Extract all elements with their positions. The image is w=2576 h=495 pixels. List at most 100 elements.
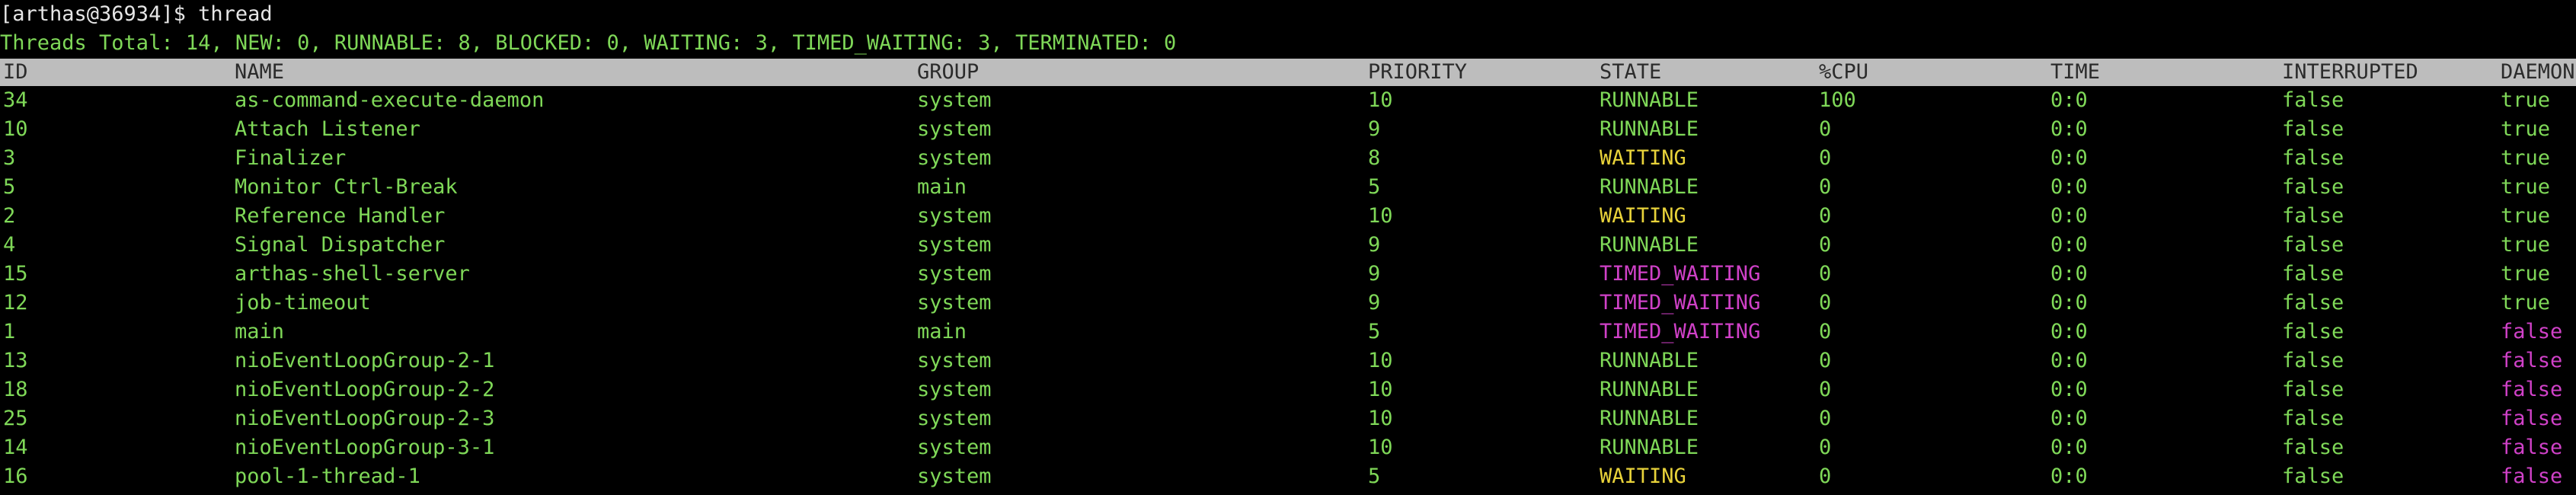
column-header-state: STATE (1600, 60, 1662, 84)
table-row: 2 Reference Handler system 10 WAITING 0 0:0 fal… (0, 202, 2576, 231)
cell-time: 0:0 (2050, 117, 2088, 141)
cell-daemon: true (2501, 88, 2551, 112)
cell-cpu: 0 (1819, 233, 1832, 257)
cell-daemon: false (2501, 378, 2563, 401)
cell-priority: 10 (1368, 378, 1393, 401)
cell-cpu: 0 (1819, 436, 1832, 459)
cell-group: system (917, 465, 992, 488)
cell-name: main (235, 320, 285, 343)
cell-id: 10 (3, 117, 28, 141)
column-header-priority: PRIORITY (1368, 60, 1468, 84)
cell-time: 0:0 (2050, 262, 2088, 286)
cell-id: 18 (3, 378, 28, 401)
cell-cpu: 0 (1819, 204, 1832, 228)
cell-group: main (917, 320, 967, 343)
cell-daemon: false (2501, 320, 2563, 343)
terminal-prompt-line: [arthas@36934]$ thread (0, 2, 273, 26)
cell-priority: 10 (1368, 204, 1393, 228)
cell-state: RUNNABLE (1600, 233, 1699, 257)
cell-name: nioEventLoopGroup-2-3 (235, 407, 495, 430)
cell-id: 2 (3, 204, 16, 228)
cell-group: system (917, 291, 992, 315)
cell-priority: 10 (1368, 349, 1393, 372)
cell-state: RUNNABLE (1600, 88, 1699, 112)
cell-interrupted: false (2282, 320, 2344, 343)
cell-name: pool-1-thread-1 (235, 465, 420, 488)
cell-time: 0:0 (2050, 465, 2088, 488)
cell-time: 0:0 (2050, 146, 2088, 170)
cell-cpu: 0 (1819, 175, 1832, 199)
cell-time: 0:0 (2050, 291, 2088, 315)
cell-name: Monitor Ctrl-Break (235, 175, 458, 199)
cell-time: 0:0 (2050, 436, 2088, 459)
table-row: 12 job-timeout system 9 TIMED_WAITING 0 0:0 fal… (0, 289, 2576, 318)
cell-id: 34 (3, 88, 28, 112)
cell-cpu: 0 (1819, 262, 1832, 286)
cell-name: as-command-execute-daemon (235, 88, 545, 112)
cell-name: Reference Handler (235, 204, 446, 228)
table-row: 10 Attach Listener system 9 RUNNABLE 0 0:0 fals… (0, 115, 2576, 144)
cell-daemon: true (2501, 262, 2551, 286)
column-header-time: TIME (2050, 60, 2101, 84)
cell-daemon: false (2501, 436, 2563, 459)
table-row: 3 Finalizer system 8 WAITING 0 0:0 false true (0, 144, 2576, 173)
cell-cpu: 0 (1819, 146, 1832, 170)
threads-summary: Threads Total: 14, NEW: 0, RUNNABLE: 8, … (0, 31, 1177, 55)
cell-state: WAITING (1600, 204, 1686, 228)
cell-priority: 5 (1368, 465, 1381, 488)
table-row: 25 nioEventLoopGroup-2-3 system 10 RUNNABLE 0… (0, 404, 2576, 433)
cell-group: system (917, 349, 992, 372)
cell-id: 4 (3, 233, 16, 257)
table-row: 18 nioEventLoopGroup-2-2 system 10 RUNNABLE 0… (0, 375, 2576, 404)
cell-cpu: 0 (1819, 378, 1832, 401)
cell-id: 3 (3, 146, 16, 170)
table-row: 1 main main 5 TIMED_WAITING 0 0:0 false false (0, 318, 2576, 346)
table-row: 4 Signal Dispatcher system 9 RUNNABLE 0 0:0 fal… (0, 231, 2576, 260)
cell-cpu: 0 (1819, 349, 1832, 372)
cell-cpu: 0 (1819, 291, 1832, 315)
cell-name: nioEventLoopGroup-2-2 (235, 378, 495, 401)
cell-group: system (917, 146, 992, 170)
cell-daemon: true (2501, 146, 2551, 170)
cell-priority: 10 (1368, 407, 1393, 430)
cell-interrupted: false (2282, 436, 2344, 459)
cell-group: system (917, 407, 992, 430)
cell-priority: 5 (1368, 175, 1381, 199)
table-row: 16 pool-1-thread-1 system 5 WAITING 0 0:0 false… (0, 462, 2576, 491)
table-row: 5 Monitor Ctrl-Break main 5 RUNNABLE 0 0:0 fals… (0, 173, 2576, 202)
cell-name: Finalizer (235, 146, 347, 170)
cell-priority: 8 (1368, 146, 1381, 170)
cell-state: WAITING (1600, 146, 1686, 170)
cell-daemon: true (2501, 204, 2551, 228)
cell-interrupted: false (2282, 262, 2344, 286)
cell-group: system (917, 88, 992, 112)
cell-interrupted: false (2282, 88, 2344, 112)
cell-name: nioEventLoopGroup-2-1 (235, 349, 495, 372)
column-header-interrupted: INTERRUPTED (2282, 60, 2418, 84)
cell-state: RUNNABLE (1600, 436, 1699, 459)
cell-daemon: true (2501, 175, 2551, 199)
column-header-cpu: %CPU (1819, 60, 1869, 84)
cell-time: 0:0 (2050, 349, 2088, 372)
cell-state: TIMED_WAITING (1600, 262, 1761, 286)
cell-priority: 5 (1368, 320, 1381, 343)
cell-group: system (917, 233, 992, 257)
cell-time: 0:0 (2050, 378, 2088, 401)
cell-group: system (917, 378, 992, 401)
cell-id: 1 (3, 320, 16, 343)
cell-group: system (917, 204, 992, 228)
table-row: 13 nioEventLoopGroup-2-1 system 10 RUNNABLE 0… (0, 346, 2576, 375)
cell-interrupted: false (2282, 146, 2344, 170)
cell-interrupted: false (2282, 175, 2344, 199)
cell-name: Attach Listener (235, 117, 420, 141)
cell-state: TIMED_WAITING (1600, 291, 1761, 315)
cell-priority: 9 (1368, 262, 1381, 286)
cell-group: system (917, 117, 992, 141)
cell-daemon: false (2501, 349, 2563, 372)
cell-time: 0:0 (2050, 175, 2088, 199)
cell-cpu: 0 (1819, 320, 1832, 343)
table-row: 34 as-command-execute-daemon system 10 RUNNA… (0, 86, 2576, 115)
cell-state: WAITING (1600, 465, 1686, 488)
cell-daemon: true (2501, 291, 2551, 315)
cell-name: job-timeout (235, 291, 371, 315)
